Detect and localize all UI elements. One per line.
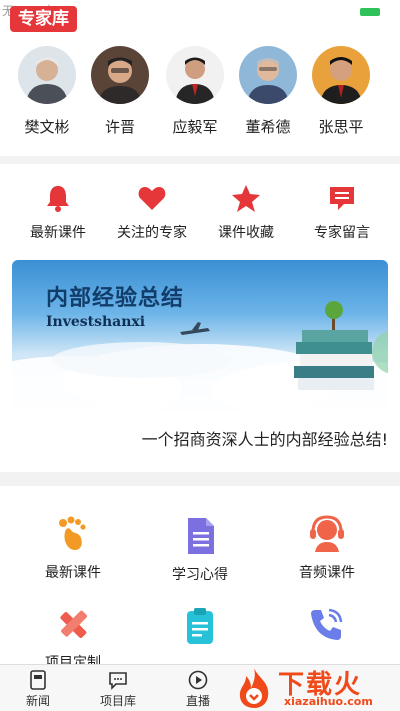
quick-label: 关注的专家 bbox=[117, 225, 187, 241]
feature-label: 音频课件 bbox=[299, 565, 355, 581]
expert-card[interactable]: 樊文彬 bbox=[17, 46, 77, 137]
flame-logo-icon bbox=[239, 668, 269, 708]
status-bar: 无 SIM 卡 专家库 bbox=[0, 0, 400, 38]
quick-favorites[interactable]: 课件收藏 bbox=[196, 182, 296, 242]
feature-study-notes[interactable]: 学习心得 bbox=[135, 516, 265, 584]
expert-name: 应毅军 bbox=[172, 118, 218, 136]
quick-expert-messages[interactable]: 专家留言 bbox=[292, 182, 392, 242]
bell-icon bbox=[47, 186, 69, 212]
avatar bbox=[91, 46, 149, 104]
document-icon bbox=[188, 518, 214, 554]
banner-title: 内部经验总结 bbox=[46, 286, 185, 311]
tab-label: 直播 bbox=[185, 694, 210, 708]
expert-name: 董希德 bbox=[245, 118, 291, 136]
heart-icon bbox=[138, 187, 166, 210]
quick-actions: 最新课件 关注的专家 课件收藏 专家留言 bbox=[0, 164, 400, 254]
tab-live[interactable]: 直播 bbox=[168, 669, 228, 709]
chat-icon bbox=[109, 672, 127, 690]
feature-latest-courseware[interactable]: 最新课件 bbox=[8, 514, 138, 582]
avatar bbox=[18, 46, 76, 104]
quick-latest-courseware[interactable]: 最新课件 bbox=[8, 182, 108, 242]
tab-label: 项目库 bbox=[99, 694, 136, 708]
expert-name: 张思平 bbox=[318, 118, 364, 136]
expert-list: 樊文彬 许晋 应毅军 董希德 张思平 bbox=[0, 38, 400, 156]
quick-label: 课件收藏 bbox=[218, 225, 274, 241]
expert-card[interactable]: 许晋 bbox=[90, 46, 150, 137]
expert-name: 樊文彬 bbox=[24, 118, 70, 136]
banner-subtitle: Investshanxi bbox=[46, 314, 146, 330]
live-icon bbox=[188, 670, 208, 690]
expert-name: 许晋 bbox=[104, 118, 135, 136]
tab-news[interactable]: 新闻 bbox=[8, 669, 68, 709]
star-icon bbox=[232, 185, 260, 212]
message-icon bbox=[330, 187, 354, 210]
feature-grid: 最新课件 学习心得 音频课件 项目定制 bbox=[0, 486, 400, 671]
quick-followed-experts[interactable]: 关注的专家 bbox=[102, 182, 202, 242]
watermark-logo: 下载火 xiazaihuo.com bbox=[232, 664, 394, 710]
page-title-badge: 专家库 bbox=[10, 6, 77, 32]
tab-label: 新闻 bbox=[25, 694, 50, 708]
avatar bbox=[312, 46, 370, 104]
feature-clipboard[interactable] bbox=[135, 606, 265, 654]
clipboard-icon bbox=[187, 608, 213, 644]
expert-card[interactable]: 应毅军 bbox=[165, 46, 225, 137]
feature-audio-courseware[interactable]: 音频课件 bbox=[262, 514, 392, 582]
avatar bbox=[239, 46, 297, 104]
battery-icon bbox=[360, 8, 380, 16]
footprint-icon bbox=[59, 516, 86, 550]
banner-section: 内部经验总结 Investshanxi 一个招商资深人士的内部经验总结! bbox=[0, 254, 400, 472]
feature-project-custom[interactable]: 项目定制 bbox=[8, 604, 138, 672]
quick-label: 专家留言 bbox=[314, 225, 370, 241]
feature-label: 学习心得 bbox=[172, 567, 228, 583]
quick-label: 最新课件 bbox=[30, 225, 86, 241]
feature-phone-consult[interactable] bbox=[262, 604, 392, 652]
news-icon bbox=[30, 670, 46, 690]
feature-label: 最新课件 bbox=[45, 565, 101, 581]
phone-call-icon bbox=[311, 608, 343, 640]
pencil-ruler-icon bbox=[60, 610, 88, 639]
watermark-domain: xiazaihuo.com bbox=[284, 695, 373, 708]
promo-banner[interactable]: 内部经验总结 Investshanxi bbox=[12, 260, 388, 412]
expert-card[interactable]: 张思平 bbox=[311, 46, 371, 137]
headset-icon bbox=[310, 515, 344, 552]
avatar bbox=[166, 46, 224, 104]
tab-project-library[interactable]: 项目库 bbox=[88, 669, 148, 709]
expert-card[interactable]: 董希德 bbox=[238, 46, 298, 137]
banner-caption: 一个招商资深人士的内部经验总结! bbox=[141, 430, 388, 449]
